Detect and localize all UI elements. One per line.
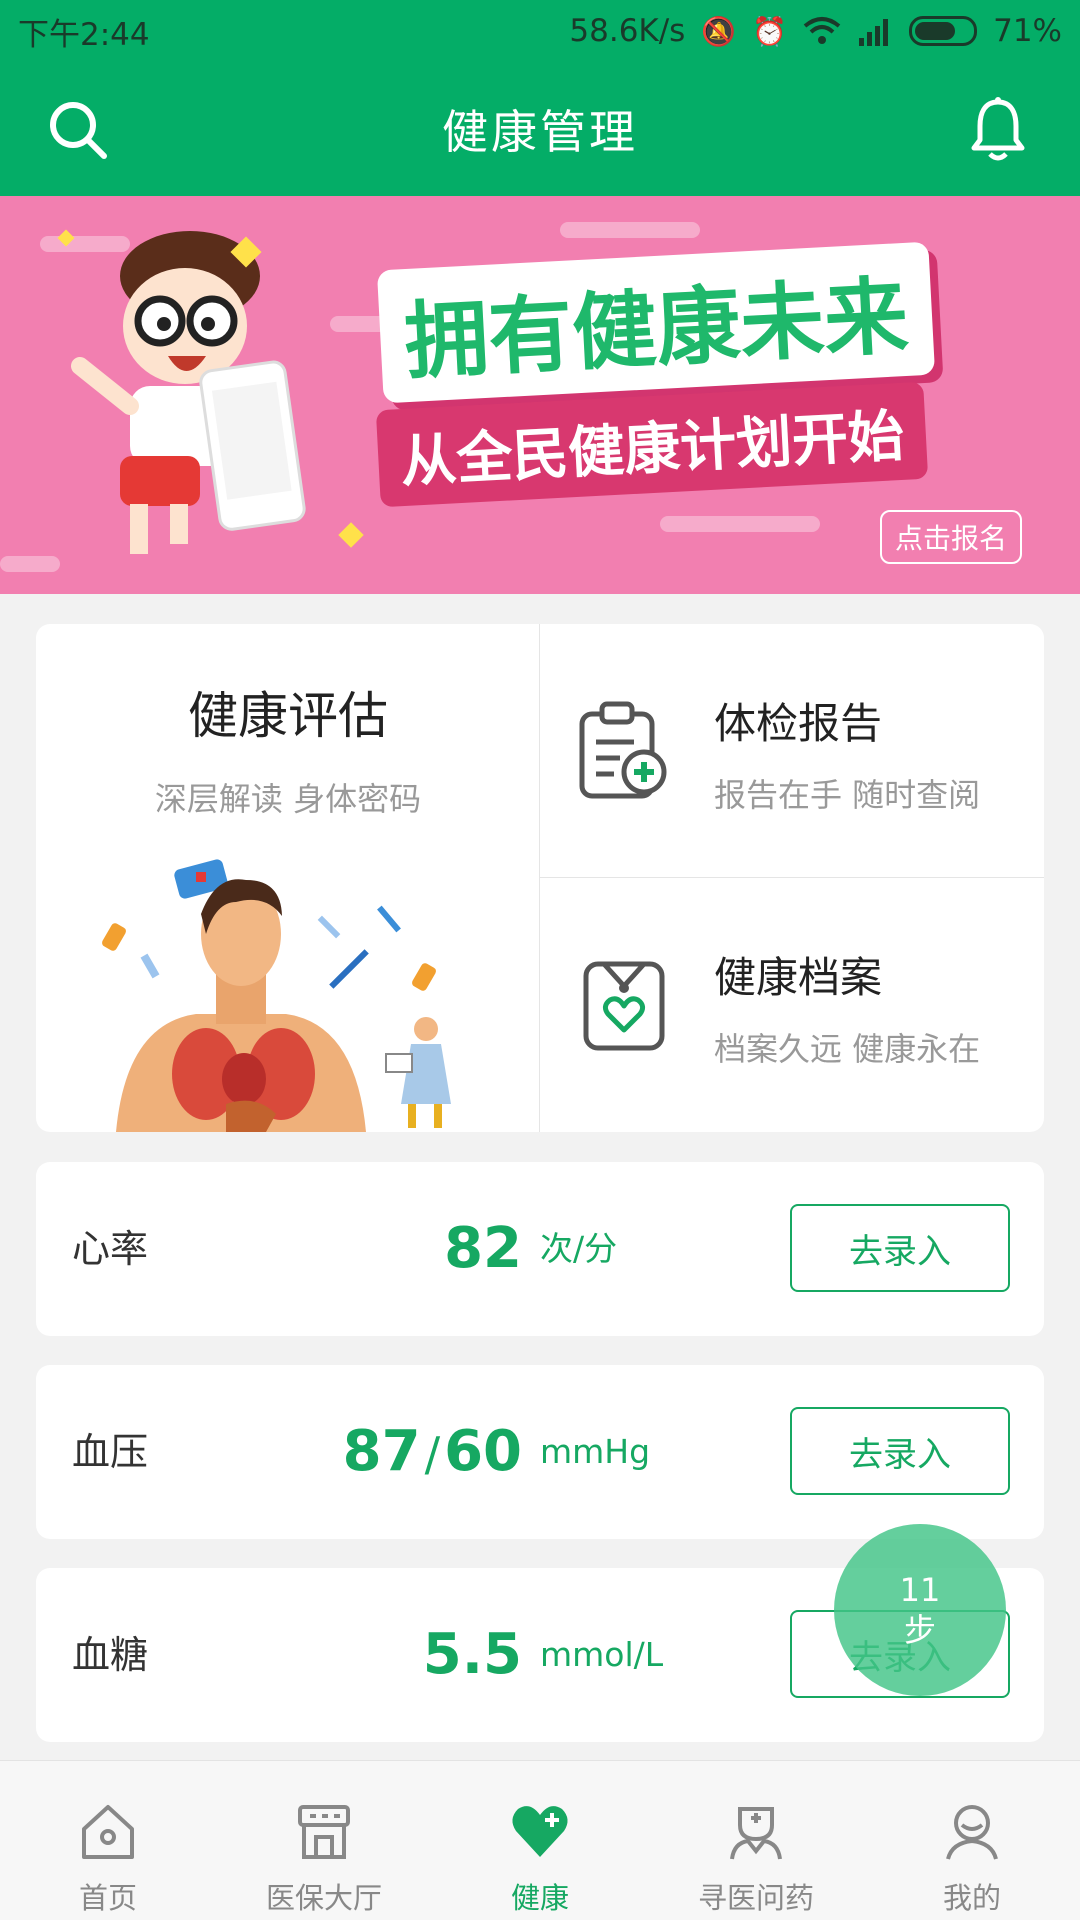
nav-label: 我的 xyxy=(942,1881,1001,1915)
archive-title: 健康档案 xyxy=(714,953,883,1002)
nav-label: 寻医问药 xyxy=(697,1881,814,1915)
doctor-icon xyxy=(730,1807,782,1860)
health-assessment-tile[interactable]: 健康评估 深层解读 身体密码 xyxy=(36,624,540,1132)
nav-item-find-doctor[interactable]: 寻医问药 xyxy=(648,1761,864,1920)
status-indicators: 58.6K/s 🔕 ⏰ 71% xyxy=(569,13,1062,49)
metric-label: 血糖 xyxy=(72,1633,149,1677)
heart-rate-card: 心率 82 次/分 去录入 xyxy=(36,1162,1044,1336)
metric-value: 87/60 xyxy=(343,1365,522,1539)
step-unit: 步 xyxy=(903,1611,936,1649)
clipboard-plus-icon xyxy=(579,701,667,799)
promo-banner[interactable]: 拥有健康未来 从全民健康计划开始 点击报名 xyxy=(0,196,1080,594)
nav-item-medical-hall[interactable]: 医保大厅 xyxy=(216,1761,432,1920)
status-time: 下午2:44 xyxy=(18,16,150,53)
heart-plus-icon xyxy=(512,1806,568,1857)
step-count: 11 xyxy=(899,1571,941,1609)
bottom-nav: 首页 医保大厅 健康 寻医问药 我的 xyxy=(0,1760,1080,1920)
metric-label: 心率 xyxy=(72,1227,149,1271)
value-separator: / xyxy=(424,1427,441,1481)
cartoon-character-illustration xyxy=(71,231,306,554)
banner-subtitle: 从全民健康计划开始 xyxy=(375,381,929,508)
blood-pressure-card: 血压 87/60 mmHg 去录入 xyxy=(36,1365,1044,1539)
metric-unit: mmHg xyxy=(540,1432,651,1471)
banner-decoration xyxy=(660,516,820,532)
feature-card: 健康评估 深层解读 身体密码 体检报告 报告在手 随时查阅 健康档案 档案久远 … xyxy=(36,624,1044,1132)
metric-label: 血压 xyxy=(72,1430,149,1474)
diastolic-value: 60 xyxy=(444,1419,522,1484)
status-bar: 下午2:44 58.6K/s 🔕 ⏰ 71% xyxy=(0,0,1080,62)
step-counter-bubble[interactable]: 11 步 xyxy=(834,1524,1006,1696)
wifi-icon xyxy=(803,17,841,44)
signal-icon xyxy=(859,19,889,46)
heart-badge-icon xyxy=(583,961,665,1051)
systolic-value: 87 xyxy=(342,1419,421,1484)
assessment-title: 健康评估 xyxy=(188,687,388,745)
banner-decoration xyxy=(0,556,60,572)
banner-decoration xyxy=(560,222,700,238)
banner-title: 拥有健康未来 xyxy=(376,241,936,404)
alarm-icon: ⏰ xyxy=(752,14,788,48)
search-icon[interactable] xyxy=(46,98,110,162)
mute-icon: 🔕 xyxy=(701,14,737,48)
report-title: 体检报告 xyxy=(714,699,883,748)
battery-percent: 71% xyxy=(993,13,1062,49)
anatomy-illustration xyxy=(102,859,451,1132)
network-speed: 58.6K/s xyxy=(569,13,686,49)
hall-icon xyxy=(298,1805,350,1859)
user-icon xyxy=(946,1805,998,1860)
metric-value: 82 xyxy=(444,1216,522,1281)
metric-unit: mmol/L xyxy=(540,1635,664,1674)
banner-diamond xyxy=(338,522,364,548)
metric-value: 5.5 xyxy=(422,1622,522,1687)
checkup-report-tile[interactable]: 体检报告 报告在手 随时查阅 xyxy=(540,624,1044,878)
nav-item-mine[interactable]: 我的 xyxy=(864,1761,1080,1920)
record-heart-rate-button[interactable]: 去录入 xyxy=(790,1204,1010,1292)
page-title: 健康管理 xyxy=(442,105,638,159)
nav-label: 健康 xyxy=(510,1881,569,1915)
nav-label: 医保大厅 xyxy=(265,1881,382,1915)
health-archive-tile[interactable]: 健康档案 档案久远 健康永在 xyxy=(540,878,1044,1132)
archive-subtitle: 档案久远 健康永在 xyxy=(714,1030,981,1068)
assessment-subtitle: 深层解读 身体密码 xyxy=(154,780,422,818)
report-subtitle: 报告在手 随时查阅 xyxy=(714,776,981,814)
metric-unit: 次/分 xyxy=(540,1229,618,1268)
nav-item-health[interactable]: 健康 xyxy=(432,1761,648,1920)
signup-button[interactable]: 点击报名 xyxy=(880,510,1022,564)
nav-label: 首页 xyxy=(78,1881,137,1915)
home-icon xyxy=(82,1805,134,1859)
bell-icon[interactable] xyxy=(968,96,1028,162)
battery-icon xyxy=(909,16,978,46)
record-blood-pressure-button[interactable]: 去录入 xyxy=(790,1407,1010,1495)
app-header: 健康管理 xyxy=(0,62,1080,196)
nav-item-home[interactable]: 首页 xyxy=(0,1761,216,1920)
